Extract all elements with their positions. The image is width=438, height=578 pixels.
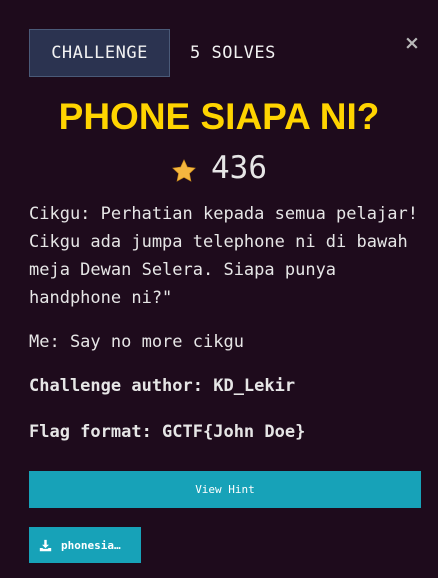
star-icon bbox=[172, 159, 196, 182]
challenge-points: 436 bbox=[211, 150, 267, 186]
description-paragraph: Me: Say no more cikgu bbox=[29, 332, 244, 352]
challenge-description: Cikgu: Perhatian kepada semua pelajar! C… bbox=[29, 200, 419, 446]
view-hint-button[interactable]: View Hint bbox=[29, 471, 421, 508]
file-download-button[interactable]: phonesia… bbox=[29, 527, 141, 563]
download-icon bbox=[39, 539, 52, 551]
tab-solves[interactable]: 5 SOLVES bbox=[190, 43, 276, 63]
challenge-title: PHONE SIAPA NI? bbox=[58, 96, 380, 137]
challenge-modal: CHALLENGE 5 SOLVES × PHONE SIAPA NI? 436… bbox=[0, 0, 438, 578]
challenge-tabs: CHALLENGE 5 SOLVES bbox=[29, 29, 276, 77]
challenge-author: Challenge author: KD_Lekir bbox=[29, 376, 296, 396]
close-icon[interactable]: × bbox=[403, 34, 421, 53]
file-name: phonesia… bbox=[61, 538, 121, 552]
tab-challenge[interactable]: CHALLENGE bbox=[29, 29, 170, 77]
flag-format: Flag format: GCTF{John Doe} bbox=[29, 422, 306, 442]
challenge-value: 436 bbox=[0, 150, 438, 186]
description-paragraph: Cikgu: Perhatian kepada semua pelajar! C… bbox=[29, 204, 418, 308]
